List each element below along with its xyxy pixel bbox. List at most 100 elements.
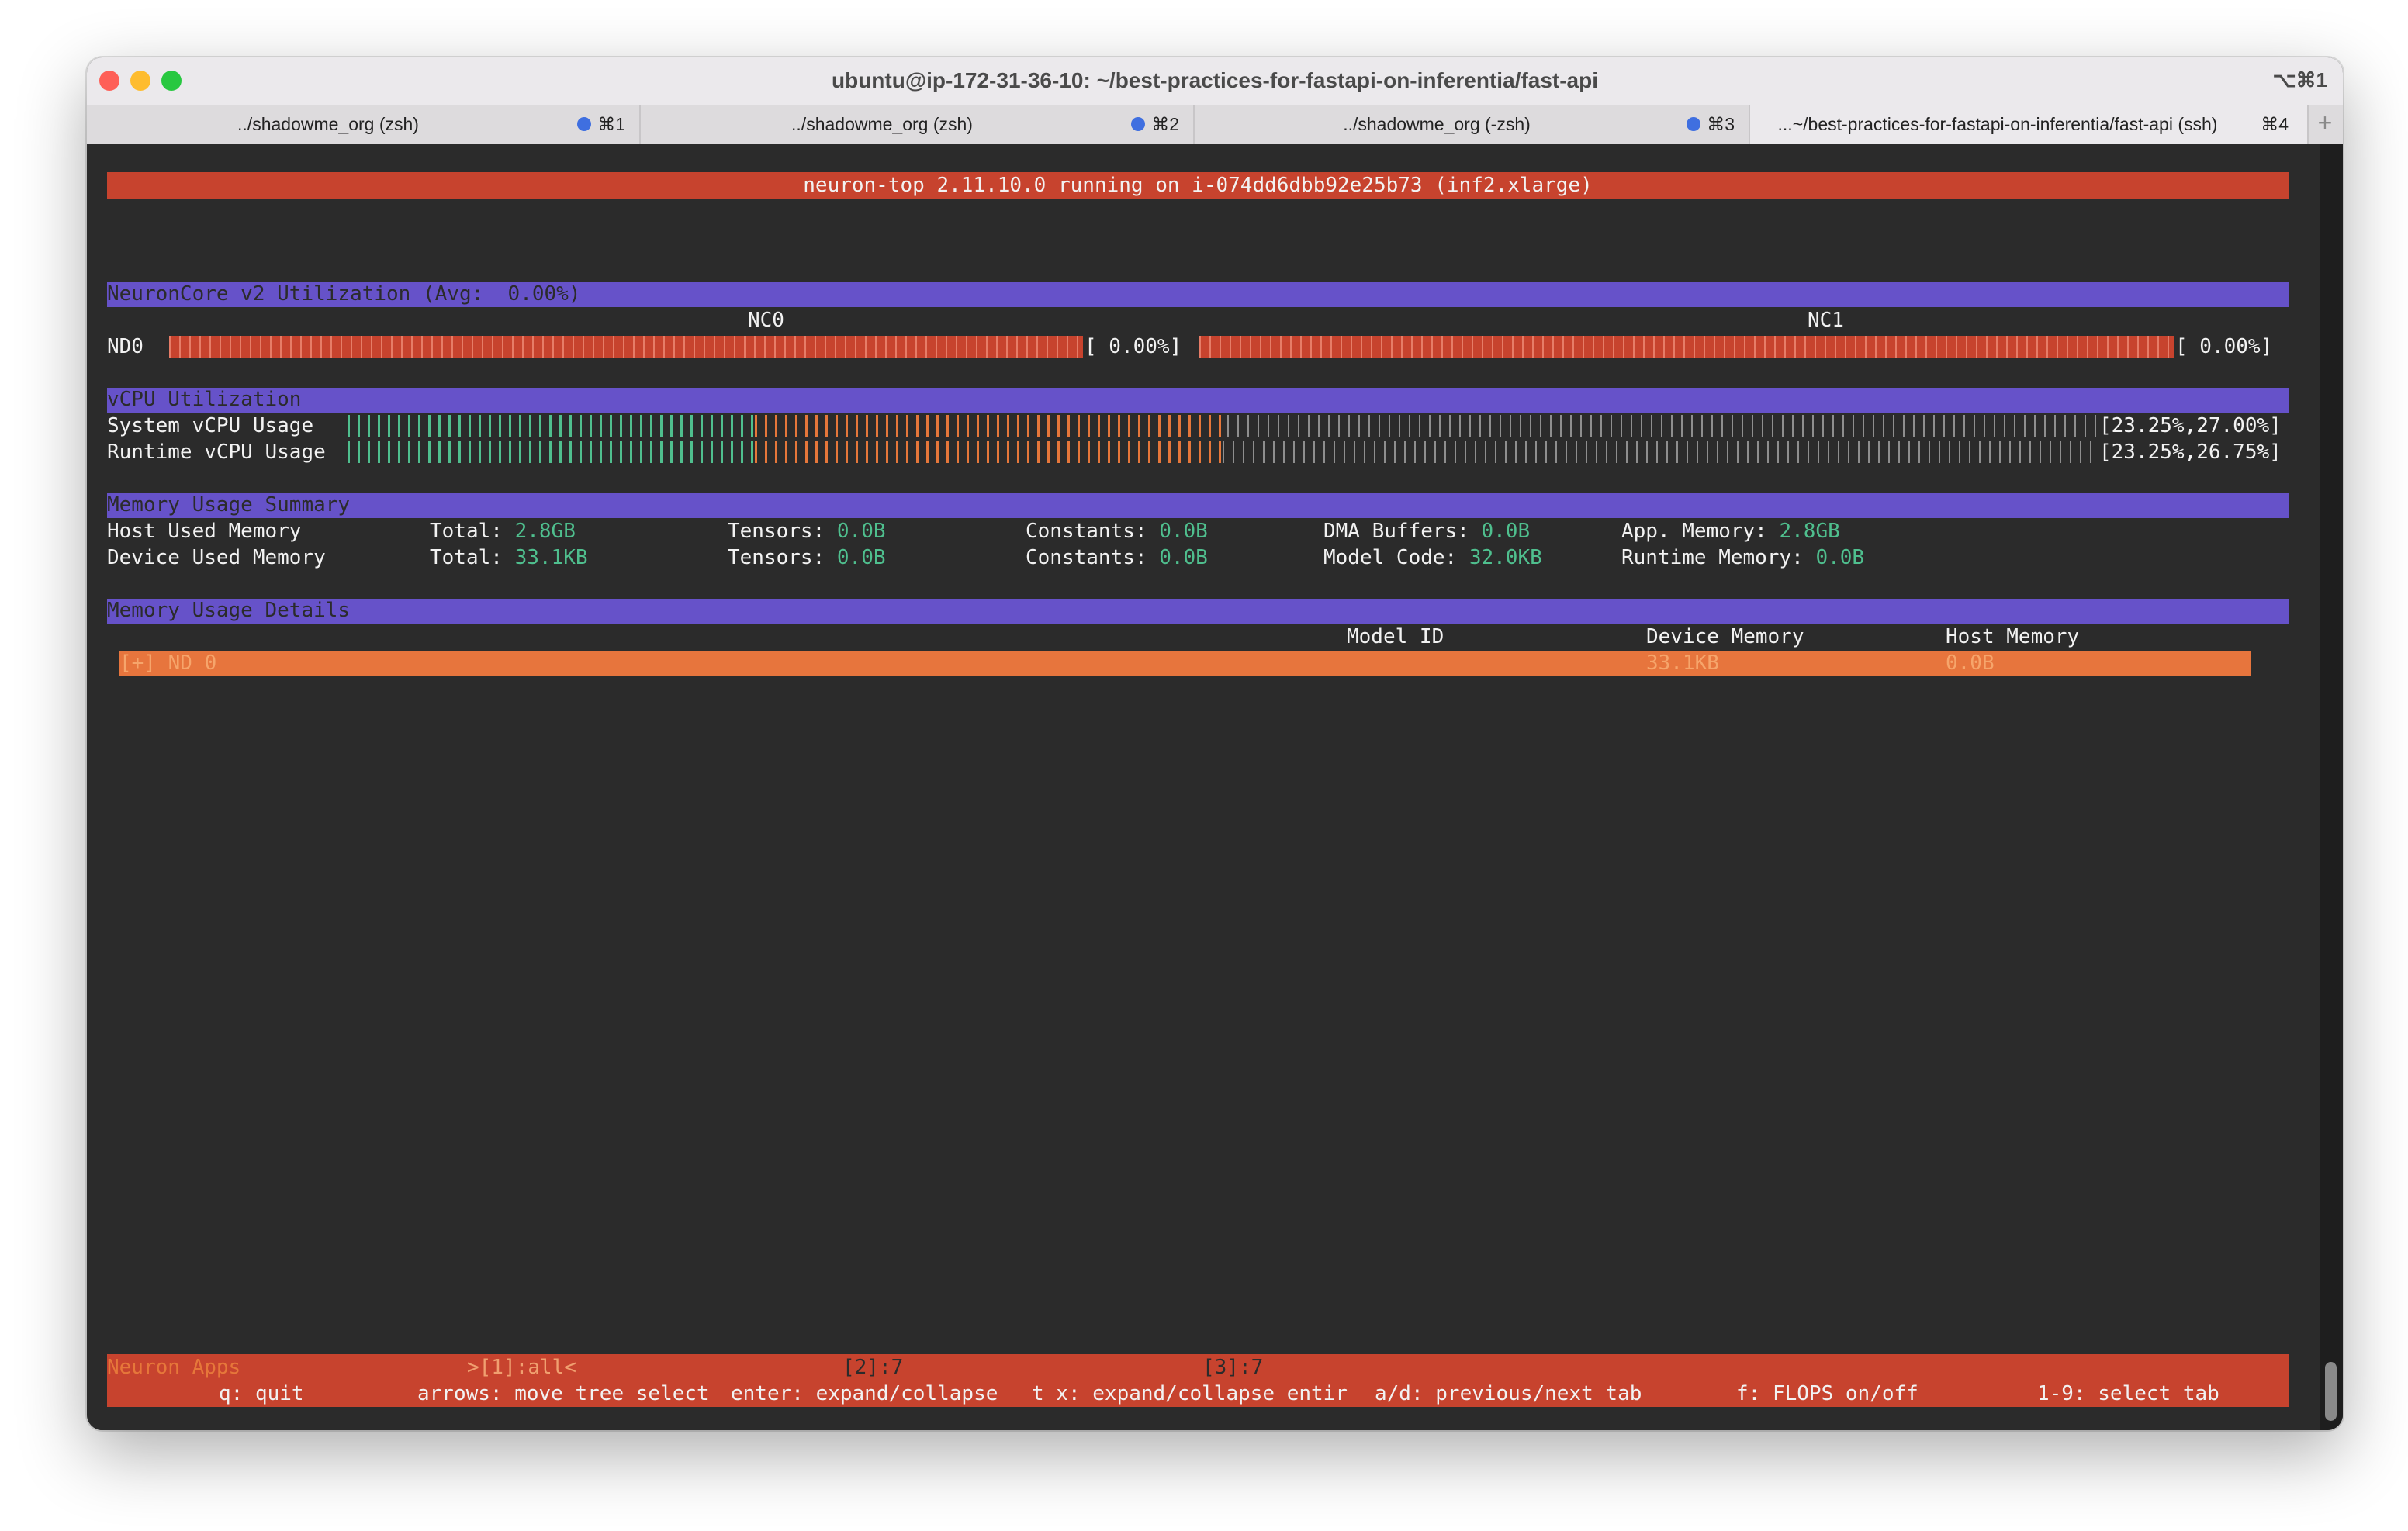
tab-shortcut: ⌘2 [1151,114,1179,134]
device-constants-label: Constants: [1026,546,1147,569]
nc1-meter-track [1199,336,2174,358]
scrollbar-thumb[interactable] [2325,1362,2337,1421]
host-dma-label: DMA Buffers: [1323,520,1469,543]
memory-summary-section-title: Memory Usage Summary [107,493,351,517]
device-runtime-memory: Runtime Memory: 0.0B [1621,544,1864,571]
tab-4[interactable]: ...~/best-practices-for-fastapi-on-infer… [1750,105,2309,144]
activity-dot-icon [1687,117,1700,131]
device-tensors: Tensors: 0.0B [728,544,886,571]
host-memory-label: Host Used Memory [107,520,302,543]
nd0-label: ND0 [107,335,144,358]
runtime-vcpu-user-fill [348,441,755,463]
host-dma-value: 0.0B [1481,520,1531,543]
device-total-label: Total: [430,546,503,569]
runtime-vcpu-meter [348,441,2098,463]
tab-bar: ../shadowme_org (zsh) ⌘1 ../shadowme_org… [87,105,2343,145]
host-constants-value: 0.0B [1159,520,1208,543]
vcpu-section-title: vCPU Utilization [107,388,302,411]
window-shortcut: ⌥⌘1 [2272,68,2327,92]
column-header-device-memory: Device Memory [1646,625,1804,648]
host-constants: Constants: 0.0B [1026,518,1208,544]
vcpu-section-bar [107,388,2289,413]
host-dma-buffers: DMA Buffers: 0.0B [1323,518,1530,544]
column-header-model-id: Model ID [1347,625,1444,648]
device-model-code-label: Model Code: [1323,546,1458,569]
app-tab-1[interactable]: >[1]:all< [467,1354,576,1381]
host-app-memory: App. Memory: 2.8GB [1621,518,1840,544]
title-bar: ubuntu@ip-172-31-36-10: ~/best-practices… [87,57,2343,105]
device-memory-label: Device Used Memory [107,546,326,569]
device-total-value: 33.1KB [514,546,588,569]
memory-details-section-bar [107,599,2289,624]
nc0-label: NC0 [748,309,784,332]
help-arrows: arrows: move tree select [417,1382,709,1405]
tab-label: ../shadowme_org (zsh) [237,114,419,134]
nc1-value: [ 0.00%] [2175,335,2273,358]
tab-label: ...~/best-practices-for-fastapi-on-infer… [1777,114,2218,134]
header-text: neuron-top 2.11.10.0 running on i-074dd6… [803,174,1593,197]
activity-dot-icon [577,117,591,131]
host-total-label: Total: [430,520,503,543]
host-tensors-label: Tensors: [728,520,825,543]
row-device-memory: 33.1KB [1646,651,1719,675]
system-vcpu-user-fill [348,415,755,437]
device-runtime-value: 0.0B [1815,546,1865,569]
system-vcpu-meter [348,415,2098,437]
system-vcpu-idle-fill [1226,415,2098,437]
device-constants: Constants: 0.0B [1026,544,1208,571]
memory-summary-section-bar [107,493,2289,518]
row-host-memory: 0.0B [1946,651,1995,675]
host-tensors-value: 0.0B [836,520,886,543]
host-tensors: Tensors: 0.0B [728,518,886,544]
tab-2[interactable]: ../shadowme_org (zsh) ⌘2 [641,105,1195,144]
help-quit: q: quit [219,1382,304,1405]
runtime-vcpu-value: [23.25%,26.75%] [2099,441,2282,464]
help-enter: enter: expand/collapse [731,1382,998,1405]
neuroncore-section-title: NeuronCore v2 Utilization (Avg: 0.00%) [107,282,581,306]
help-tx: t x: expand/collapse entir [1032,1382,1348,1405]
runtime-vcpu-idle-fill [1223,441,2098,463]
device-runtime-label: Runtime Memory: [1621,546,1804,569]
column-header-host-memory: Host Memory [1946,625,2080,648]
runtime-vcpu-system-fill [754,441,1223,463]
app-tab-2[interactable]: [2]:7 [842,1354,903,1381]
nc1-label: NC1 [1808,309,1844,332]
device-total: Total: 33.1KB [430,544,588,571]
new-tab-plus-icon[interactable]: + [2312,109,2338,140]
tab-label: ../shadowme_org (-zsh) [1343,114,1531,134]
scrollbar[interactable] [2320,144,2343,1430]
tab-1[interactable]: ../shadowme_org (zsh) ⌘1 [87,105,641,144]
activity-dot-icon [1131,117,1145,131]
nc0-utilization-meter [169,336,1083,358]
neuron-apps-label: Neuron Apps [107,1356,241,1379]
device-tensors-label: Tensors: [728,546,825,569]
host-total-value: 2.8GB [514,520,576,543]
host-constants-label: Constants: [1026,520,1147,543]
device-constants-value: 0.0B [1159,546,1208,569]
memory-details-section-title: Memory Usage Details [107,599,351,622]
nc1-utilization-meter [1199,336,2174,358]
help-tab-nav: a/d: previous/next tab [1375,1382,1642,1405]
help-flops: f: FLOPS on/off [1736,1382,1918,1405]
tab-shortcut: ⌘3 [1707,114,1735,134]
host-total: Total: 2.8GB [430,518,576,544]
terminal-content[interactable]: neuron-top 2.11.10.0 running on i-074dd6… [87,144,2343,1430]
host-app-value: 2.8GB [1779,520,1840,543]
app-tab-3[interactable]: [3]:7 [1202,1354,1263,1381]
runtime-vcpu-label: Runtime vCPU Usage [107,441,326,464]
memory-details-row-nd0[interactable] [119,651,2251,676]
nc0-value: [ 0.00%] [1085,335,1182,358]
system-vcpu-system-fill [754,415,1227,437]
device-model-code-value: 32.0KB [1469,546,1542,569]
system-vcpu-value: [23.25%,27.00%] [2099,414,2282,437]
device-model-code: Model Code: 32.0KB [1323,544,1542,571]
device-tensors-value: 0.0B [836,546,886,569]
nc0-meter-track [169,336,1083,358]
help-select-tab: 1-9: select tab [2037,1382,2219,1405]
window-title: ubuntu@ip-172-31-36-10: ~/best-practices… [831,68,1599,92]
tab-3[interactable]: ../shadowme_org (-zsh) ⌘3 [1195,105,1750,144]
tab-shortcut: ⌘4 [2261,114,2289,134]
row-name-nd0[interactable]: [+] ND 0 [119,650,216,676]
terminal-window: ubuntu@ip-172-31-36-10: ~/best-practices… [87,57,2343,1430]
system-vcpu-label: System vCPU Usage [107,414,314,437]
